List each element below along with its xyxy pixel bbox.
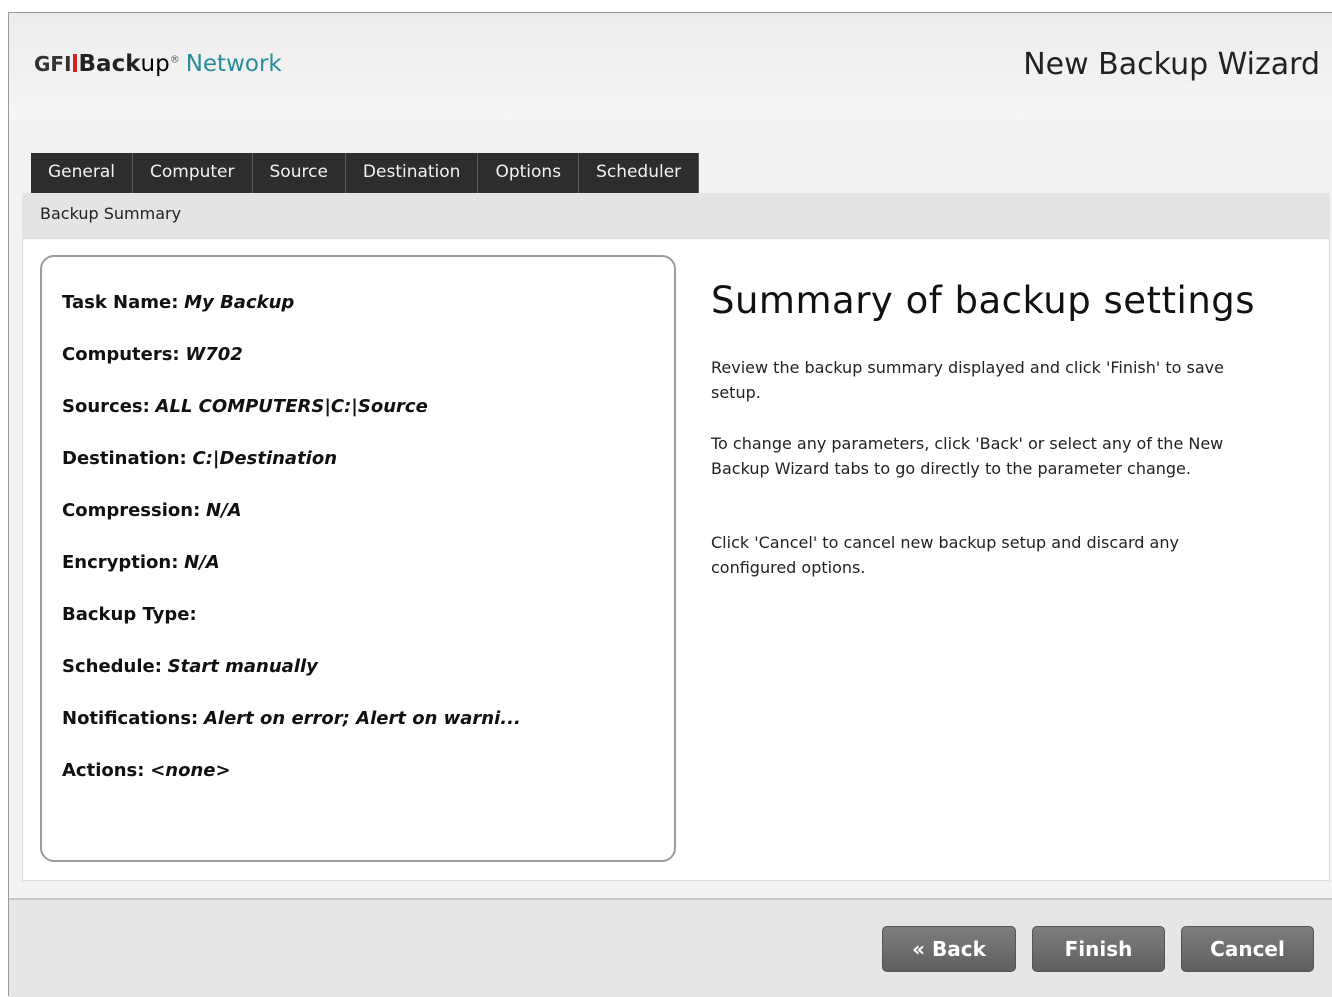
summary-schedule: Schedule: Start manually: [62, 656, 318, 677]
summary-notifications: Notifications: Alert on error; Alert on …: [62, 708, 521, 729]
backup-summary-bar: Backup Summary: [22, 193, 1330, 238]
tab-source[interactable]: Source: [252, 153, 346, 193]
wizard-tabs: General Computer Source Destination Opti…: [31, 153, 700, 193]
back-button[interactable]: « Back: [882, 926, 1016, 972]
summary-task-name: Task Name: My Backup: [62, 292, 295, 313]
tab-general[interactable]: General: [31, 153, 133, 193]
info-panel: Summary of backup settings Review the ba…: [711, 279, 1256, 577]
summary-sources: Sources: ALL COMPUTERS|C:|Source: [62, 396, 428, 417]
gfi-backup-network-logo: GFI Backup® Network: [34, 51, 282, 77]
summary-computers: Computers: W702: [62, 344, 243, 365]
cancel-button[interactable]: Cancel: [1181, 926, 1314, 972]
info-paragraph-cancel: Click 'Cancel' to cancel new backup setu…: [711, 533, 1179, 577]
tab-destination[interactable]: Destination: [345, 153, 479, 193]
tab-options[interactable]: Options: [478, 153, 580, 193]
summary-box: Task Name: My Backup Computers: W702 Sou…: [40, 255, 676, 862]
tab-computer[interactable]: Computer: [133, 153, 253, 193]
logo-network: Network: [185, 51, 282, 77]
logo-backup: Back: [78, 51, 141, 77]
tab-scheduler[interactable]: Scheduler: [579, 153, 700, 193]
logo-gfi: GFI: [34, 52, 72, 76]
wizard-title: New Backup Wizard: [1023, 47, 1320, 82]
backup-summary-title: Backup Summary: [40, 204, 182, 223]
wizard-window: GFI Backup® Network New Backup Wizard Gene…: [8, 12, 1332, 997]
summary-encryption: Encryption: N/A: [62, 552, 220, 573]
summary-heading: Summary of backup settings: [711, 279, 1256, 322]
content-panel: Task Name: My Backup Computers: W702 Sou…: [22, 238, 1330, 881]
info-paragraph-review: Review the backup summary displayed and …: [711, 358, 1224, 402]
summary-destination: Destination: C:|Destination: [62, 448, 338, 469]
logo-reg: ®: [169, 54, 180, 66]
header: GFI Backup® Network New Backup Wizard: [9, 13, 1332, 120]
logo-up: up: [140, 51, 170, 77]
summary-backup-type: Backup Type:: [62, 604, 197, 625]
finish-button[interactable]: Finish: [1032, 926, 1165, 972]
summary-actions: Actions: <none>: [62, 760, 231, 781]
footer-bar: « Back Finish Cancel: [9, 898, 1332, 997]
info-paragraph-change: To change any parameters, click 'Back' o…: [711, 434, 1224, 478]
summary-compression: Compression: N/A: [62, 500, 242, 521]
